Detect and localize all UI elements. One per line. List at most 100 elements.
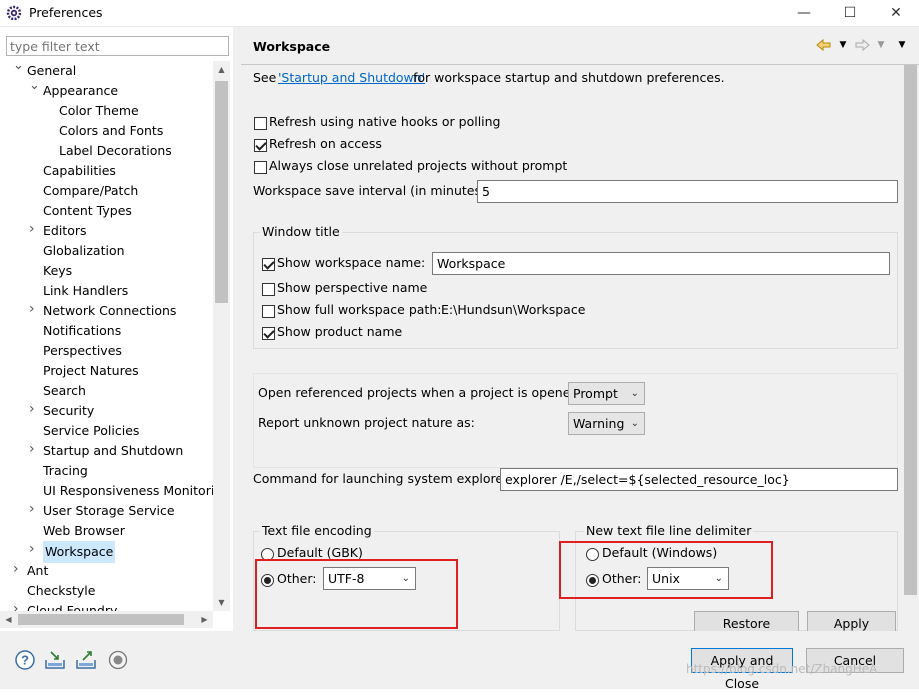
show-workspace-name-checkbox[interactable] (262, 258, 275, 271)
import-icon[interactable] (44, 649, 66, 671)
explorer-command-field[interactable]: explorer /E,/select=${selected_resource_… (500, 468, 898, 491)
tree-horizontal-scrollbar[interactable]: ◀ ▶ (0, 611, 213, 628)
collapsed-chevron-icon[interactable]: › (13, 562, 23, 576)
tree-item-label: Security (43, 403, 95, 418)
refresh-on-access-label: Refresh on access (269, 136, 382, 151)
scroll-right-arrow-icon[interactable]: ▶ (196, 611, 213, 628)
tree-item-label: Color Theme (59, 103, 139, 118)
tree-item-label: Notifications (43, 323, 122, 338)
tree-item-label: Appearance (43, 83, 119, 98)
line-delimiter-label: New text file line delimiter (584, 523, 754, 538)
tree-item-label: Project Natures (43, 363, 139, 378)
tree-item-label: Link Handlers (43, 283, 129, 298)
tree-item-label: Content Types (43, 203, 132, 218)
expanded-chevron-icon[interactable]: ⌄ (13, 61, 24, 72)
forward-arrow-icon[interactable] (853, 37, 871, 53)
tree-item-label: User Storage Service (43, 503, 175, 518)
collapsed-chevron-icon[interactable]: › (29, 502, 39, 516)
always-close-label: Always close unrelated projects without … (269, 158, 568, 173)
restore-defaults-button[interactable]: Restore Defaults (694, 611, 799, 631)
scroll-thumb[interactable] (18, 614, 184, 625)
forward-history-chevron-icon[interactable]: ▼ (872, 37, 890, 53)
scroll-up-arrow-icon[interactable]: ▲ (213, 61, 230, 78)
collapsed-chevron-icon[interactable]: › (13, 602, 23, 611)
oomph-record-icon[interactable] (107, 649, 129, 671)
show-workspace-name-label: Show workspace name: (277, 255, 426, 270)
text-file-encoding-label: Text file encoding (260, 523, 374, 538)
close-button[interactable]: ✕ (873, 0, 919, 27)
collapsed-chevron-icon[interactable]: › (29, 402, 39, 416)
startup-shutdown-link[interactable]: 'Startup and Shutdown' (278, 70, 425, 85)
tree-item-label: Workspace (43, 541, 116, 563)
tree-item-label: Globalization (43, 243, 125, 258)
full-path-value: E:\Hundsun\Workspace (441, 302, 586, 317)
tree-item-label: Ant (27, 563, 49, 578)
minimize-button[interactable]: — (781, 0, 827, 27)
back-arrow-icon[interactable] (815, 37, 833, 53)
title-bar: Preferences — ☐ ✕ (0, 0, 919, 27)
explorer-command-label: Command for launching system explorer: (253, 471, 513, 486)
page-content: See 'Startup and Shutdown' for workspace… (241, 65, 902, 631)
open-referenced-value: Prompt (573, 386, 618, 401)
refresh-native-checkbox[interactable] (254, 117, 267, 130)
tree-item-label: Label Decorations (59, 143, 172, 158)
page-title: Workspace (253, 39, 331, 54)
help-icon[interactable]: ? (14, 649, 36, 671)
open-referenced-combo[interactable]: Prompt ⌄ (568, 382, 645, 405)
show-full-path-checkbox[interactable] (262, 305, 275, 318)
expanded-chevron-icon[interactable]: ⌄ (29, 79, 40, 92)
window-title-group-label: Window title (260, 224, 342, 239)
chevron-down-icon: ⌄ (630, 388, 639, 399)
annotation-highlight-box (255, 559, 458, 629)
show-product-name-label: Show product name (277, 324, 403, 339)
window-title: Preferences (29, 5, 103, 20)
collapsed-chevron-icon[interactable]: › (29, 442, 39, 456)
preferences-nav-panel: ⌄General⌄AppearanceColor ThemeColors and… (0, 27, 234, 631)
tree-item-label: Service Policies (43, 423, 140, 438)
scroll-thumb[interactable] (904, 65, 917, 595)
show-perspective-name-label: Show perspective name (277, 280, 428, 295)
svg-text:?: ? (21, 653, 29, 668)
filter-input[interactable] (6, 36, 229, 56)
eclipse-gear-icon (6, 5, 22, 21)
show-product-name-checkbox[interactable] (262, 327, 275, 340)
tree-item-label: Tracing (43, 463, 88, 478)
chevron-down-icon: ⌄ (630, 418, 639, 429)
preference-page: Workspace ▼ ▼ ▼ See 'Startup and Shutdow… (241, 27, 919, 631)
show-perspective-name-checkbox[interactable] (262, 283, 275, 296)
panel-splitter[interactable] (233, 27, 241, 631)
workspace-name-field[interactable]: Workspace (432, 252, 890, 275)
see-text-prefix: See (253, 70, 277, 85)
tree-item-label: Startup and Shutdown (43, 443, 184, 458)
refresh-on-access-checkbox[interactable] (254, 139, 267, 152)
collapsed-chevron-icon[interactable]: › (29, 302, 39, 316)
scroll-thumb[interactable] (215, 81, 228, 303)
show-full-path-label: Show full workspace path: (277, 302, 442, 317)
encoding-default-label: Default (GBK) (277, 545, 363, 560)
tree-vertical-scrollbar[interactable]: ▲ ▼ (213, 61, 230, 611)
report-unknown-combo[interactable]: Warning ⌄ (568, 412, 645, 435)
tree-item-label: Compare/Patch (43, 183, 139, 198)
scroll-left-arrow-icon[interactable]: ◀ (0, 611, 17, 628)
preferences-tree: ⌄ General ⌄ Appearance Color Theme Colors and… (0, 61, 213, 611)
scroll-down-arrow-icon[interactable]: ▼ (213, 594, 230, 611)
maximize-button[interactable]: ☐ (827, 0, 873, 27)
export-icon[interactable] (75, 649, 97, 671)
watermark-text: https://blog.csdn.net/ZhangHeA (686, 662, 878, 676)
dialog-button-bar: ? Apply and Close Cancel (0, 631, 919, 691)
page-vertical-scrollbar[interactable] (902, 65, 919, 631)
tree-item-label: Cloud Foundry (27, 603, 118, 611)
back-history-chevron-icon[interactable]: ▼ (834, 37, 852, 53)
annotation-highlight-box (559, 541, 773, 599)
collapsed-chevron-icon[interactable]: › (29, 542, 39, 556)
view-menu-icon[interactable]: ▼ (893, 37, 911, 53)
refresh-native-label: Refresh using native hooks or polling (269, 114, 501, 129)
tree-item-label: Web Browser (43, 523, 125, 538)
tree-item-label: Search (43, 383, 86, 398)
always-close-checkbox[interactable] (254, 161, 267, 174)
save-interval-field[interactable]: 5 (477, 180, 898, 203)
collapsed-chevron-icon[interactable]: › (29, 222, 39, 236)
apply-button[interactable]: Apply (807, 611, 896, 631)
report-unknown-value: Warning (573, 416, 625, 431)
open-referenced-label: Open referenced projects when a project … (258, 385, 583, 400)
